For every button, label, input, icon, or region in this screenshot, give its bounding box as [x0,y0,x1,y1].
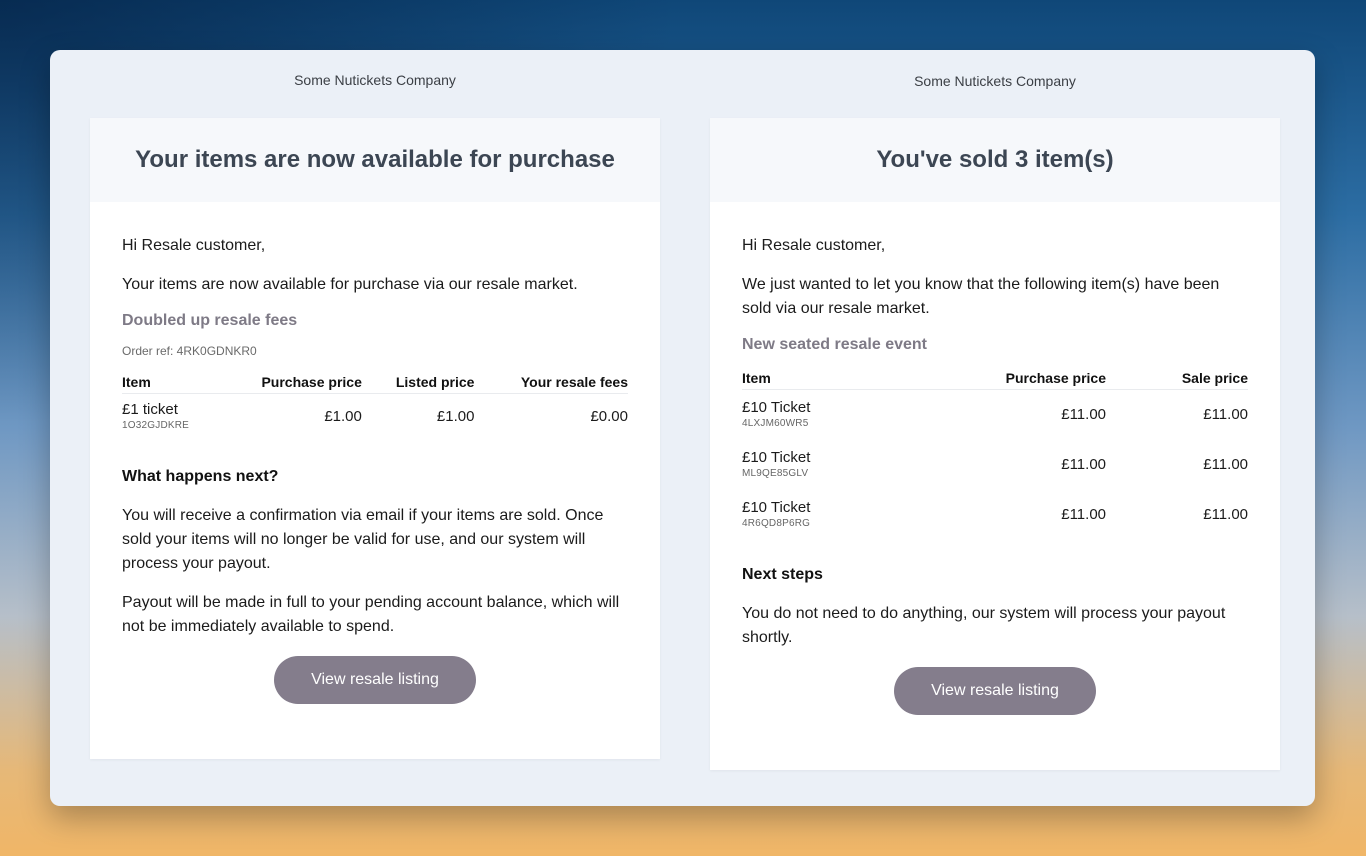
resale-fees: £0.00 [590,407,628,425]
email-body: Hi Resale customer, Your items are now a… [90,202,660,759]
email-preview-panel: Some Nutickets Company Your items are no… [50,50,1315,806]
item-name: £10 Ticket [742,499,811,516]
listed-price: £1.00 [436,407,475,425]
email-card: Your items are now available for purchas… [90,118,660,759]
intro-text: Your items are now available for purchas… [122,276,578,293]
items-table: Item Purchase price Sale price £10 Ticke… [742,370,1248,540]
view-resale-listing-button[interactable]: View resale listing [894,667,1096,715]
sale-price: £11.00 [1203,455,1248,473]
col-sale-price: Sale price [1106,370,1248,390]
email-header: You've sold 3 item(s) [710,118,1280,202]
table-row: £1 ticket 1O32GJDKRE £1.00 £1.00 £0.00 [122,394,628,441]
next-heading: Next steps [742,566,823,583]
col-item: Item [742,370,890,390]
purchase-price: £11.00 [1061,505,1106,523]
table-header-row: Item Purchase price Listed price Your re… [122,374,628,394]
item-cell: £1 ticket 1O32GJDKRE [122,394,218,441]
next-heading: What happens next? [122,468,279,485]
event-name: Doubled up resale fees [122,312,298,329]
item-name: £10 Ticket [742,449,811,466]
event-name: New seated resale event [742,336,927,353]
col-purchase-price: Purchase price [889,370,1106,390]
email-title: You've sold 3 item(s) [876,146,1114,173]
col-item: Item [122,374,219,394]
item-code: ML9QE85GLV [742,468,809,479]
company-name: Some Nutickets Company [914,73,1076,89]
view-resale-listing-button[interactable]: View resale listing [274,656,476,704]
item-cell: £10 Ticket 4LXJM60WR5 [742,390,889,441]
company-name: Some Nutickets Company [294,72,456,88]
email-title: Your items are now available for purchas… [135,146,615,173]
greeting: Hi Resale customer, [122,237,266,254]
table-row: £10 Ticket ML9QE85GLV £11.00 £11.00 [742,440,1248,490]
table-row: £10 Ticket 4R6QD8P6RG £11.00 £11.00 [742,490,1248,540]
greeting: Hi Resale customer, [742,237,886,254]
items-table: Item Purchase price Listed price Your re… [122,374,628,440]
purchase-price: £1.00 [324,407,362,425]
table-header-row: Item Purchase price Sale price [742,370,1248,390]
next-paragraph-2: Payout will be made in full to your pend… [122,594,620,635]
item-name: £10 Ticket [742,399,811,416]
email-header: Your items are now available for purchas… [90,118,660,202]
listing-email: Some Nutickets Company Your items are no… [90,50,660,759]
sale-price: £11.00 [1203,405,1248,423]
col-listed-price: Listed price [361,374,475,394]
sold-email: Some Nutickets Company You've sold 3 ite… [710,50,1280,770]
email-card: You've sold 3 item(s) Hi Resale customer… [710,118,1280,770]
sale-price: £11.00 [1203,505,1248,523]
item-code: 4LXJM60WR5 [742,418,809,429]
item-name: £1 ticket [122,401,178,418]
purchase-price: £11.00 [1061,405,1106,423]
item-cell: £10 Ticket ML9QE85GLV [742,440,889,490]
col-purchase-price: Purchase price [218,374,362,394]
next-paragraph-1: You do not need to do anything, our syst… [742,605,1226,646]
email-body: Hi Resale customer, We just wanted to le… [710,202,1280,770]
next-paragraph-1: You will receive a confirmation via emai… [122,507,604,572]
purchase-price: £11.00 [1061,455,1106,473]
table-row: £10 Ticket 4LXJM60WR5 £11.00 £11.00 [742,390,1248,441]
item-code: 4R6QD8P6RG [742,518,811,529]
order-ref: Order ref: 4RK0GDNKR0 [122,344,257,358]
col-resale-fees: Your resale fees [474,374,628,394]
item-code: 1O32GJDKRE [122,420,190,431]
item-cell: £10 Ticket 4R6QD8P6RG [742,490,889,540]
intro-text: We just wanted to let you know that the … [742,276,1220,317]
